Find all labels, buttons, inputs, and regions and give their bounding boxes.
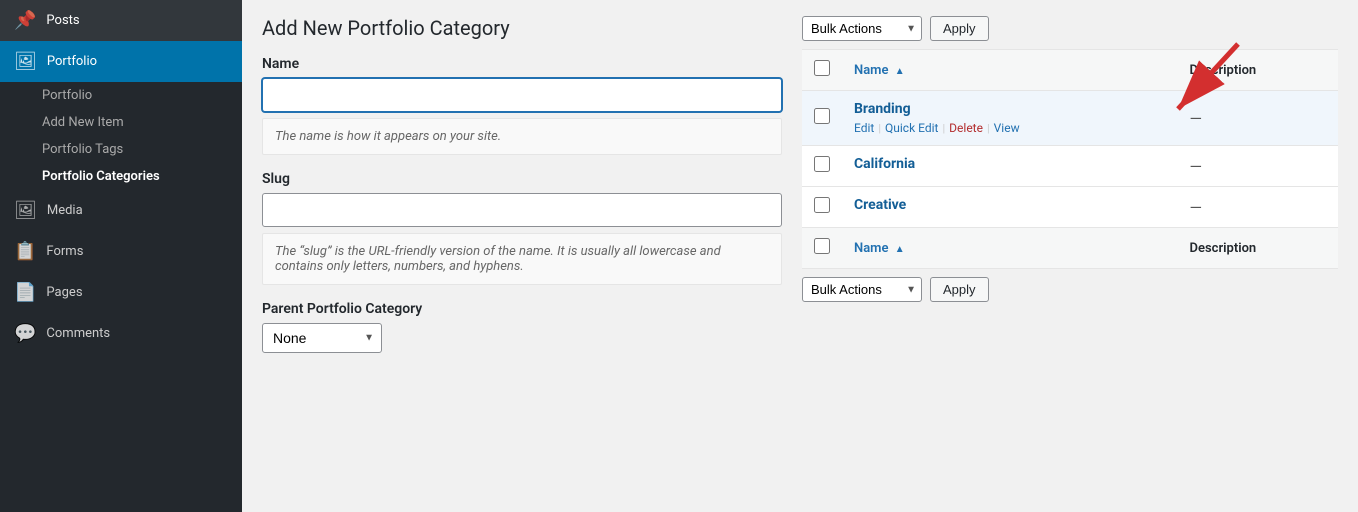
sidebar-item-pages[interactable]: 📄 Pages — [0, 272, 242, 313]
sidebar-submenu-portfolio: Portfolio Add New Item Portfolio Tags Po… — [0, 82, 242, 190]
sidebar-sub-item-add-new-item[interactable]: Add New Item — [42, 109, 242, 136]
media-icon: 🖼 — [14, 200, 37, 221]
creative-link[interactable]: Creative — [854, 197, 1166, 213]
pages-icon: 📄 — [14, 282, 36, 303]
th-checkbox — [802, 50, 842, 91]
th-description: Description — [1178, 50, 1338, 91]
sidebar-item-comments-label: Comments — [46, 326, 110, 341]
bulk-actions-top-wrap: Bulk Actions ▼ — [802, 16, 922, 41]
sidebar-item-posts[interactable]: 📌 Posts — [0, 0, 242, 41]
apply-top-button[interactable]: Apply — [930, 16, 989, 41]
sidebar-item-media-label: Media — [47, 203, 83, 218]
forms-icon: 📋 — [14, 241, 36, 262]
slug-input[interactable] — [262, 193, 782, 227]
footer-name-col-header[interactable]: Name ▲ — [854, 241, 905, 256]
content-area: Add New Portfolio Category Name The name… — [242, 0, 1358, 385]
main-content: Add New Portfolio Category Name The name… — [242, 0, 1358, 512]
table-container: Name ▲ Description — [802, 49, 1338, 269]
bottom-toolbar: Bulk Actions ▼ Apply — [802, 277, 1338, 302]
creative-description: — — [1178, 187, 1338, 228]
table-footer-row: Name ▲ Description — [802, 228, 1338, 269]
name-sort-arrow: ▲ — [895, 66, 905, 77]
portfolio-icon: 🖼 — [14, 51, 37, 72]
bulk-actions-top-select[interactable]: Bulk Actions — [802, 16, 922, 41]
name-input[interactable] — [262, 78, 782, 112]
posts-icon: 📌 — [14, 10, 36, 31]
row-name-branding: Branding Edit | Quick Edit | Delete | Vi… — [842, 91, 1178, 146]
name-hint: The name is how it appears on your site. — [262, 118, 782, 155]
sidebar-item-forms[interactable]: 📋 Forms — [0, 231, 242, 272]
sidebar-item-portfolio-label: Portfolio — [47, 54, 97, 69]
california-description: — — [1178, 146, 1338, 187]
sidebar-item-pages-label: Pages — [46, 285, 82, 300]
row-check-branding — [802, 91, 842, 146]
row-check-creative — [802, 187, 842, 228]
footer-name-sort-arrow: ▲ — [895, 244, 905, 255]
name-col-header[interactable]: Name ▲ — [854, 63, 905, 78]
branding-delete-action[interactable]: Delete — [949, 121, 983, 135]
tf-name: Name ▲ — [842, 228, 1178, 269]
table-row: Branding Edit | Quick Edit | Delete | Vi… — [802, 91, 1338, 146]
tf-checkbox — [802, 228, 842, 269]
page-title: Add New Portfolio Category — [262, 16, 782, 40]
apply-bottom-button[interactable]: Apply — [930, 277, 989, 302]
top-toolbar: Bulk Actions ▼ Apply — [802, 16, 1338, 41]
th-name: Name ▲ — [842, 50, 1178, 91]
branding-quick-edit-action[interactable]: Quick Edit — [885, 121, 938, 135]
form-panel: Add New Portfolio Category Name The name… — [262, 16, 782, 369]
row-name-creative: Creative — [842, 187, 1178, 228]
slug-label: Slug — [262, 171, 782, 187]
slug-hint: The “slug” is the URL-friendly version o… — [262, 233, 782, 285]
parent-label: Parent Portfolio Category — [262, 301, 782, 317]
california-link[interactable]: California — [854, 156, 1166, 172]
row-check-california — [802, 146, 842, 187]
sidebar-item-comments[interactable]: 💬 Comments — [0, 313, 242, 354]
parent-select[interactable]: None — [262, 323, 382, 353]
select-all-checkbox-bottom[interactable] — [814, 238, 830, 254]
sidebar-sub-item-portfolio-tags[interactable]: Portfolio Tags — [42, 136, 242, 163]
sidebar: 📌 Posts 🖼 Portfolio Portfolio Add New It… — [0, 0, 242, 512]
comments-icon: 💬 — [14, 323, 36, 344]
sidebar-sub-item-portfolio[interactable]: Portfolio — [42, 82, 242, 109]
categories-table: Name ▲ Description — [802, 49, 1338, 269]
table-panel: Bulk Actions ▼ Apply — [802, 16, 1338, 369]
tf-description: Description — [1178, 228, 1338, 269]
branding-view-action[interactable]: View — [994, 121, 1020, 135]
sidebar-item-portfolio[interactable]: 🖼 Portfolio — [0, 41, 242, 82]
table-row: Creative — — [802, 187, 1338, 228]
checkbox-creative[interactable] — [814, 197, 830, 213]
select-all-checkbox-top[interactable] — [814, 60, 830, 76]
sidebar-item-forms-label: Forms — [46, 244, 83, 259]
sidebar-item-posts-label: Posts — [46, 13, 79, 28]
branding-link[interactable]: Branding — [854, 101, 1166, 117]
checkbox-california[interactable] — [814, 156, 830, 172]
branding-row-actions: Edit | Quick Edit | Delete | View — [854, 121, 1166, 135]
branding-edit-action[interactable]: Edit — [854, 121, 874, 135]
row-name-california: California — [842, 146, 1178, 187]
name-label: Name — [262, 56, 782, 72]
checkbox-branding[interactable] — [814, 108, 830, 124]
sidebar-item-media[interactable]: 🖼 Media — [0, 190, 242, 231]
sidebar-sub-item-portfolio-categories[interactable]: Portfolio Categories — [42, 163, 242, 190]
table-header-row: Name ▲ Description — [802, 50, 1338, 91]
branding-description: — — [1178, 91, 1338, 146]
bulk-actions-bottom-select[interactable]: Bulk Actions — [802, 277, 922, 302]
bulk-actions-bottom-wrap: Bulk Actions ▼ — [802, 277, 922, 302]
table-row: California — — [802, 146, 1338, 187]
name-field-group: Name The name is how it appears on your … — [262, 56, 782, 155]
slug-field-group: Slug The “slug” is the URL-friendly vers… — [262, 171, 782, 285]
parent-select-wrap: None ▼ — [262, 323, 382, 353]
parent-field-group: Parent Portfolio Category None ▼ — [262, 301, 782, 353]
